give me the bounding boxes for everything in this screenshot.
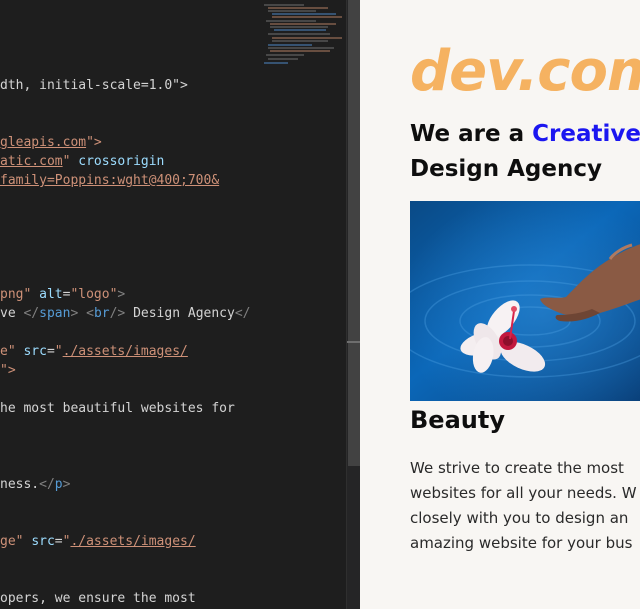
code-token: src [31,534,55,549]
code-token: </ [39,477,55,492]
minimap-line [274,29,326,31]
code-token: ./assets/images/ [62,344,188,359]
headline-prefix: We are a [410,121,533,147]
headline-accent: Creative [532,121,640,147]
code-token: < [86,306,94,321]
code-area[interactable]: dth, initial-scale=1.0"> gleapis.com"> ati… [0,0,262,609]
minimap-line [268,7,328,9]
hero-headline: We are a Creative Design Agency [410,117,640,187]
minimap-line [268,33,330,35]
code-token: = [46,344,55,359]
code-token: p [54,477,63,492]
code-token: e" [0,344,24,359]
code-line[interactable]: opers, we ensure the most [0,589,196,608]
minimap-line [268,44,312,46]
code-line[interactable]: gleapis.com"> [0,133,102,152]
code-token: ge" [0,534,32,549]
minimap-line [266,54,304,56]
minimap-line [270,23,336,25]
code-token: /> [109,306,126,321]
code-token: crossorigin [78,154,165,169]
code-token: " [54,344,63,359]
minimap-line [272,37,342,39]
body-text-line: We strive to create the most [410,459,624,477]
code-token: src [23,344,47,359]
minimap-line [272,40,328,42]
code-line[interactable]: dth, initial-scale=1.0"> [0,76,188,95]
code-token: he most beautiful websites for [0,401,235,416]
minimap-line [266,20,316,22]
code-line[interactable]: atic.com" crossorigin [0,152,164,171]
code-line[interactable]: he most beautiful websites for [0,399,235,418]
code-token: ve [0,306,24,321]
minimap-line [264,62,288,64]
code-token: "> [0,363,16,378]
code-token: family=Poppins:wght@400;700& [0,173,220,188]
minimap-line [270,26,328,28]
code-token: Design Agency [125,306,235,321]
minimap-line [268,47,334,49]
code-token: br [93,306,110,321]
section-body: We strive to create the most websites for… [410,456,640,556]
code-token: alt [39,287,63,302]
code-token: gleapis.com [0,135,87,150]
scrollbar-thumb[interactable] [348,0,360,466]
body-text-line: amazing website for your bus [410,534,633,552]
code-token: </ [23,306,40,321]
code-line[interactable]: family=Poppins:wght@400;700& [0,171,219,190]
code-token: "> [86,135,102,150]
code-token: > [62,477,71,492]
code-token: dth, initial-scale=1.0"> [0,78,188,93]
hero-image [410,201,640,401]
minimap-line [264,4,304,6]
minimap-line [270,50,330,52]
code-line[interactable]: e" src="./assets/images/ [0,342,188,361]
section-title: Beauty [410,406,505,434]
code-token: png" [0,287,40,302]
code-token: ./assets/images/ [70,534,196,549]
code-token: " [62,154,79,169]
minimap-line [272,16,342,18]
code-line[interactable]: ve </span> <br/> Design Agency</ [0,304,250,323]
scrollbar-position-marker [347,341,361,343]
code-token: atic.com [0,154,63,169]
code-line[interactable]: png" alt="logo"> [0,285,125,304]
browser-preview[interactable]: dev.com We are a Creative Design Agency [360,0,640,609]
code-editor[interactable]: dth, initial-scale=1.0"> gleapis.com"> ati… [0,0,346,609]
minimap-line [268,10,316,12]
code-token: span [39,306,71,321]
code-line[interactable]: ness.</p> [0,475,70,494]
code-line[interactable]: "> [0,361,16,380]
hand-flower-water-image [410,201,640,401]
code-token: ness. [0,477,40,492]
code-token: "logo" [70,287,118,302]
code-token: = [54,534,63,549]
code-line[interactable]: ge" src="./assets/images/ [0,532,196,551]
minimap[interactable] [262,0,346,609]
body-text-line: websites for all your needs. W [410,484,637,502]
editor-scrollbar[interactable] [346,0,361,609]
headline-line-2: Design Agency [410,156,602,182]
site-logo[interactable]: dev.com [410,40,640,104]
code-token: opers, we ensure the most [0,591,196,606]
code-token: > [117,287,126,302]
body-text-line: closely with you to design an [410,509,629,527]
minimap-line [272,13,336,15]
code-token: </ [234,306,251,321]
minimap-line [268,58,298,60]
